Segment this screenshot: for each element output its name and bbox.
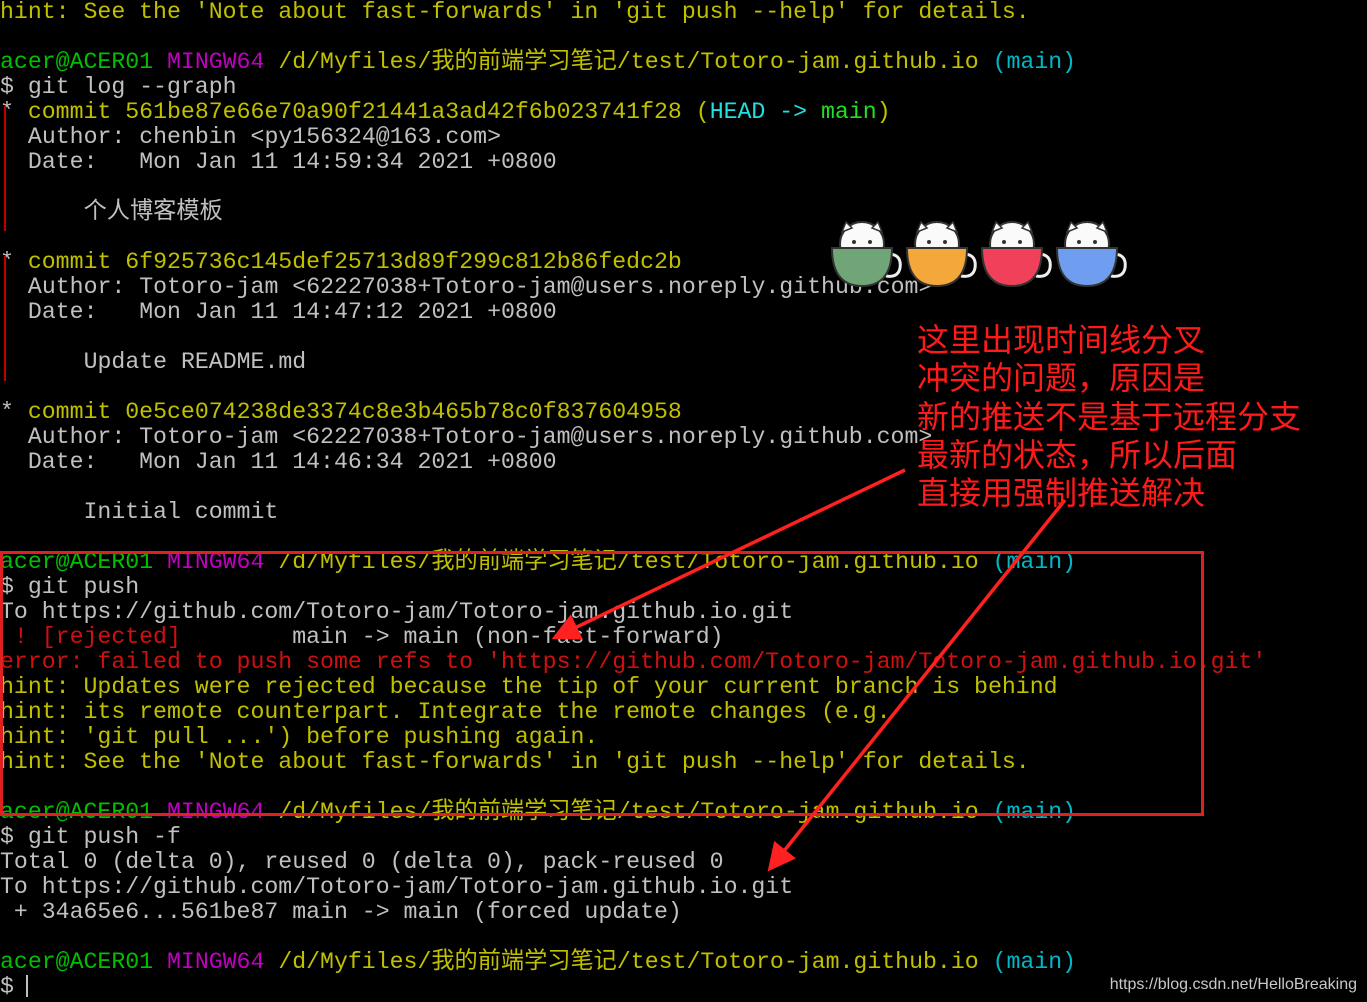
cat-cup-blue-icon xyxy=(1055,220,1127,288)
annotation-line: 直接用强制推送解决 xyxy=(917,474,1206,513)
cat-cup-red-icon xyxy=(980,220,1052,288)
annotation-note: 这里出现时间线分叉 冲突的问题，原因是 新的推送不是基于远程分支 最新的状态，所以后面… xyxy=(917,321,1301,512)
arrow-to-force-push xyxy=(767,498,1067,872)
arrow-to-rejected xyxy=(551,468,906,640)
annotation-line: 新的推送不是基于远程分支 xyxy=(917,397,1302,436)
cat-cup-orange-icon xyxy=(905,220,977,288)
annotation-line: 最新的状态，所以后面 xyxy=(917,435,1238,474)
annotation-line: 这里出现时间线分叉 xyxy=(917,321,1206,359)
cat-cup-stickers xyxy=(830,220,1127,288)
annotation-line: 冲突的问题，原因是 xyxy=(917,359,1206,398)
cat-cup-green-icon xyxy=(830,220,902,288)
watermark: https://blog.csdn.net/HelloBreaking xyxy=(1109,976,1357,993)
